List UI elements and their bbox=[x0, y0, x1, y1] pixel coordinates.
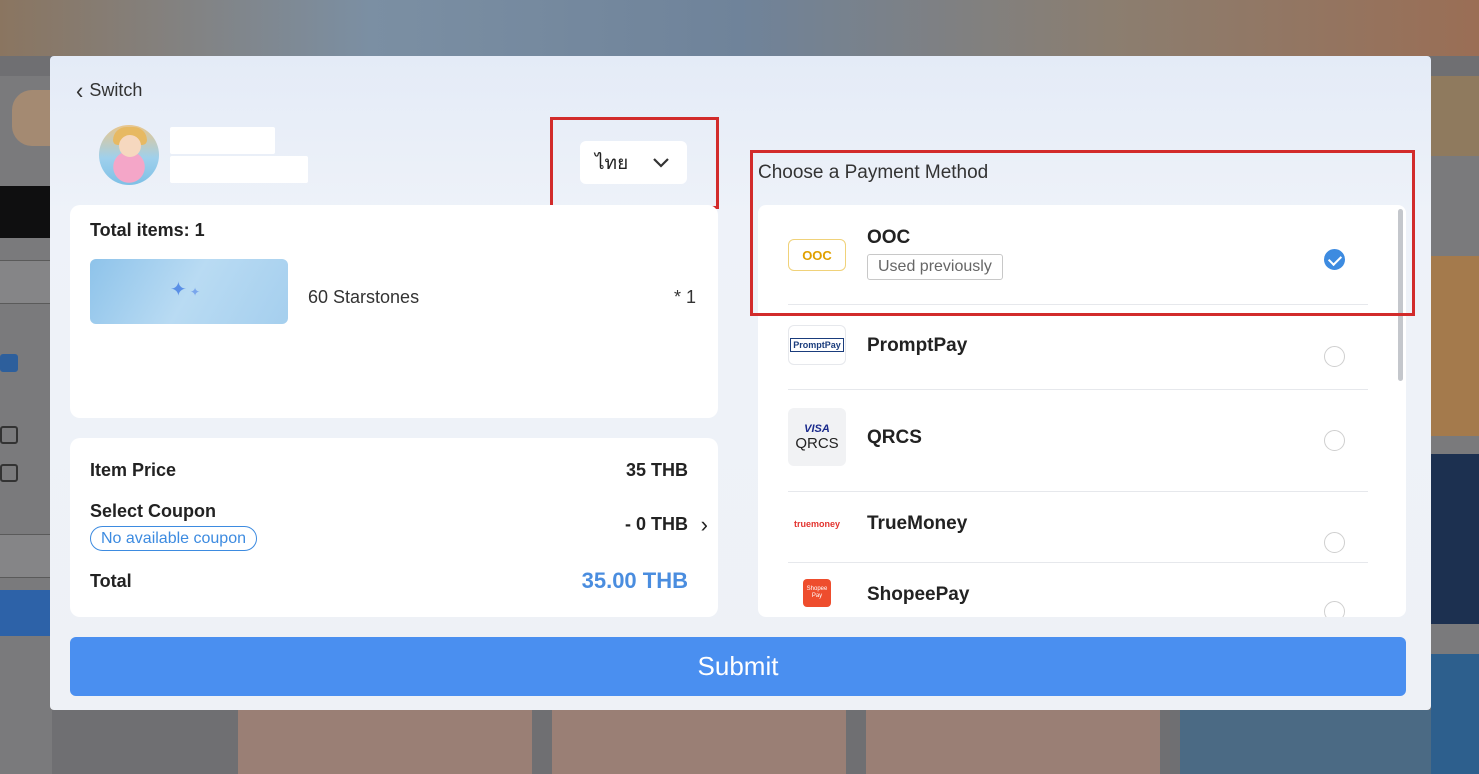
payment-name-ooc: OOC bbox=[867, 227, 911, 248]
background-banner bbox=[0, 0, 1479, 56]
starstone-icon: ✦ bbox=[170, 279, 187, 301]
background-tile bbox=[1431, 256, 1479, 436]
background-product-cards bbox=[238, 710, 1431, 774]
price-summary-card: Item Price 35 THB Select Coupon No avail… bbox=[70, 438, 718, 617]
background-blue-button bbox=[0, 590, 52, 636]
switch-label: Switch bbox=[89, 80, 143, 100]
background-search-input bbox=[0, 260, 52, 304]
background-right-panel bbox=[1431, 76, 1479, 774]
payment-list-scrollbar[interactable] bbox=[1398, 209, 1403, 381]
chevron-down-icon bbox=[653, 157, 669, 168]
payment-option-shopeepay[interactable]: Shopee Pay ShopeePay bbox=[788, 563, 1368, 617]
payment-option-ooc[interactable]: OOC OOC Used previously bbox=[788, 205, 1368, 305]
radio-shopeepay[interactable] bbox=[1324, 601, 1345, 617]
payment-name-promptpay: PromptPay bbox=[867, 335, 968, 356]
starstone-icon: ✦ bbox=[190, 285, 201, 299]
item-price-value: 35 THB bbox=[625, 460, 688, 480]
coupon-discount-value[interactable]: - 0 THB bbox=[625, 514, 688, 535]
no-coupon-badge[interactable]: No available coupon bbox=[90, 526, 257, 551]
background-checkbox bbox=[0, 426, 18, 444]
radio-truemoney[interactable] bbox=[1324, 532, 1345, 553]
background-tile bbox=[1431, 454, 1479, 624]
redacted-username bbox=[170, 127, 275, 154]
total-label: Total bbox=[90, 571, 132, 591]
background-product-card bbox=[552, 710, 846, 774]
background-dark-bar bbox=[0, 186, 52, 238]
payment-method-title: Choose a Payment Method bbox=[758, 162, 989, 183]
promptpay-logo-icon: PromptPay bbox=[788, 325, 846, 365]
background-avatar bbox=[12, 90, 52, 146]
payment-method-list: OOC OOC Used previously PromptPay Prompt… bbox=[758, 205, 1406, 617]
payment-option-promptpay[interactable]: PromptPay PromptPay bbox=[788, 305, 1368, 390]
radio-qrcs[interactable] bbox=[1324, 430, 1345, 451]
switch-back-button[interactable]: ‹ Switch bbox=[76, 76, 143, 104]
background-left-panel bbox=[0, 76, 52, 774]
total-items-label: Total items: 1 bbox=[90, 220, 205, 240]
item-name: 60 Starstones bbox=[308, 287, 420, 307]
chevron-left-icon: ‹ bbox=[76, 76, 84, 104]
payment-option-truemoney[interactable]: truemoney TrueMoney bbox=[788, 492, 1368, 563]
background-product-card bbox=[238, 710, 532, 774]
user-avatar bbox=[99, 125, 159, 185]
submit-button[interactable]: Submit bbox=[70, 637, 1406, 696]
total-value: 35.00 THB bbox=[581, 568, 688, 593]
qrcs-logo-icon: VISA QRCS bbox=[788, 408, 846, 466]
shopeepay-logo-icon: Shopee Pay bbox=[803, 579, 831, 607]
payment-name-qrcs: QRCS bbox=[867, 427, 922, 448]
background-price-input bbox=[0, 534, 52, 578]
background-checkbox bbox=[0, 354, 18, 372]
radio-ooc-checked[interactable] bbox=[1324, 249, 1345, 270]
background-product-card bbox=[1180, 710, 1431, 774]
payment-name-truemoney: TrueMoney bbox=[867, 513, 968, 534]
language-selected-value: ไทย bbox=[595, 152, 629, 174]
used-previously-badge: Used previously bbox=[867, 254, 1003, 280]
background-tile bbox=[1431, 76, 1479, 156]
checkout-modal: ‹ Switch ไทย Total items: 1 ✦ ✦ 60 Stars… bbox=[50, 56, 1431, 710]
truemoney-logo-icon: truemoney bbox=[788, 504, 846, 544]
payment-name-shopeepay: ShopeePay bbox=[867, 584, 970, 605]
chevron-right-icon[interactable]: › bbox=[701, 512, 708, 538]
ooc-logo-icon: OOC bbox=[788, 239, 846, 271]
item-quantity: * 1 bbox=[673, 287, 696, 307]
avatar-face bbox=[119, 135, 141, 157]
item-price-label: Item Price bbox=[90, 460, 177, 480]
order-items-card: Total items: 1 ✦ ✦ 60 Starstones * 1 bbox=[70, 205, 718, 418]
select-coupon-label[interactable]: Select Coupon bbox=[90, 501, 216, 522]
redacted-user-id bbox=[170, 156, 308, 183]
payment-option-qrcs[interactable]: VISA QRCS QRCS bbox=[788, 390, 1368, 492]
radio-promptpay[interactable] bbox=[1324, 346, 1345, 367]
item-thumbnail: ✦ ✦ bbox=[90, 259, 288, 324]
background-tile bbox=[1431, 654, 1479, 774]
background-product-card bbox=[866, 710, 1160, 774]
background-checkbox bbox=[0, 464, 18, 482]
language-select[interactable]: ไทย bbox=[580, 141, 687, 184]
